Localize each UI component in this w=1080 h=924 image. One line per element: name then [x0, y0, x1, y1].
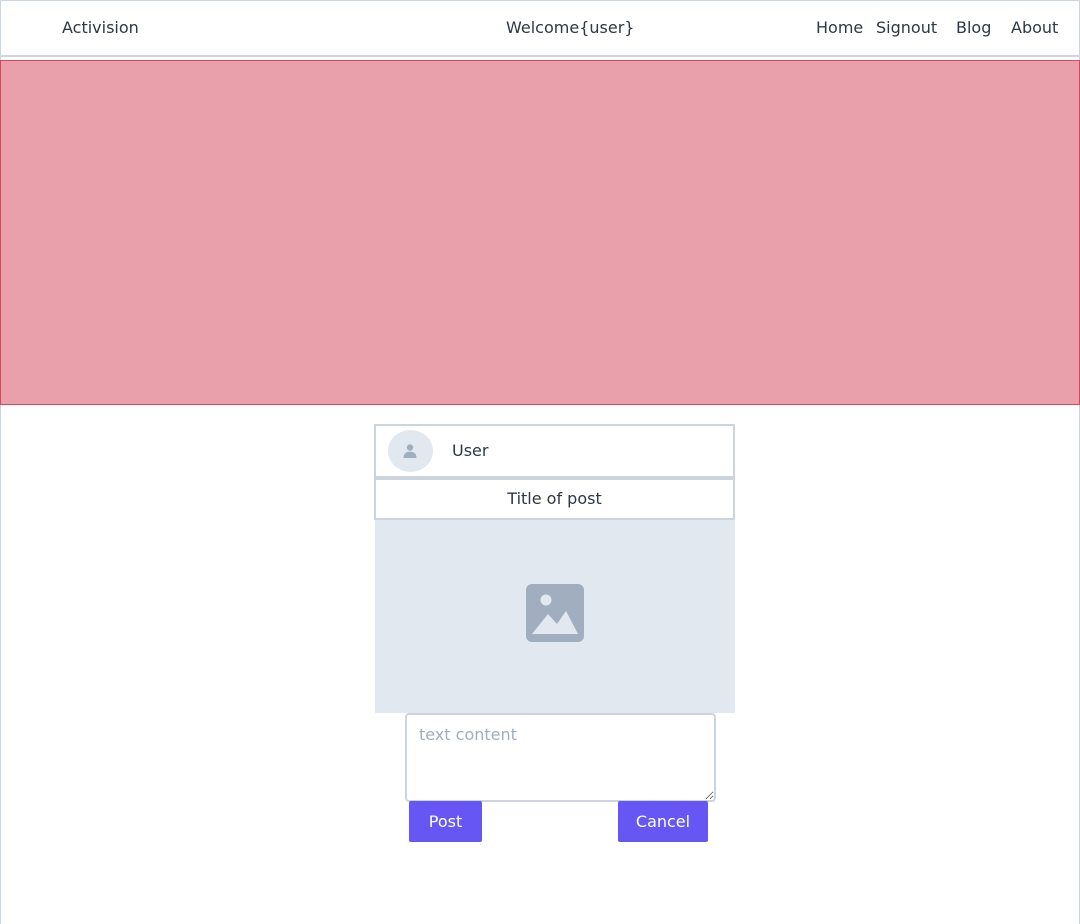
nav-link-about[interactable]: About: [1011, 18, 1058, 37]
post-author-header: User: [374, 424, 735, 478]
nav-links: Home Signout Blog About: [1, 18, 1079, 40]
user-icon: [403, 444, 417, 458]
image-placeholder-icon: [526, 584, 584, 642]
post-title: Title of post: [374, 478, 735, 520]
cancel-button[interactable]: Cancel: [618, 801, 708, 842]
text-content-input[interactable]: [405, 713, 716, 802]
page: Activision Welcome{user} Home Signout Bl…: [0, 0, 1080, 924]
nav-link-home[interactable]: Home: [816, 18, 863, 37]
navbar: Activision Welcome{user} Home Signout Bl…: [1, 1, 1079, 57]
avatar: [388, 430, 433, 472]
post-button[interactable]: Post: [409, 801, 482, 842]
nav-link-signout[interactable]: Signout: [876, 18, 937, 37]
nav-link-blog[interactable]: Blog: [956, 18, 991, 37]
post-image-placeholder: [375, 520, 735, 713]
post-username: User: [452, 441, 489, 460]
hero-banner: [0, 60, 1080, 405]
